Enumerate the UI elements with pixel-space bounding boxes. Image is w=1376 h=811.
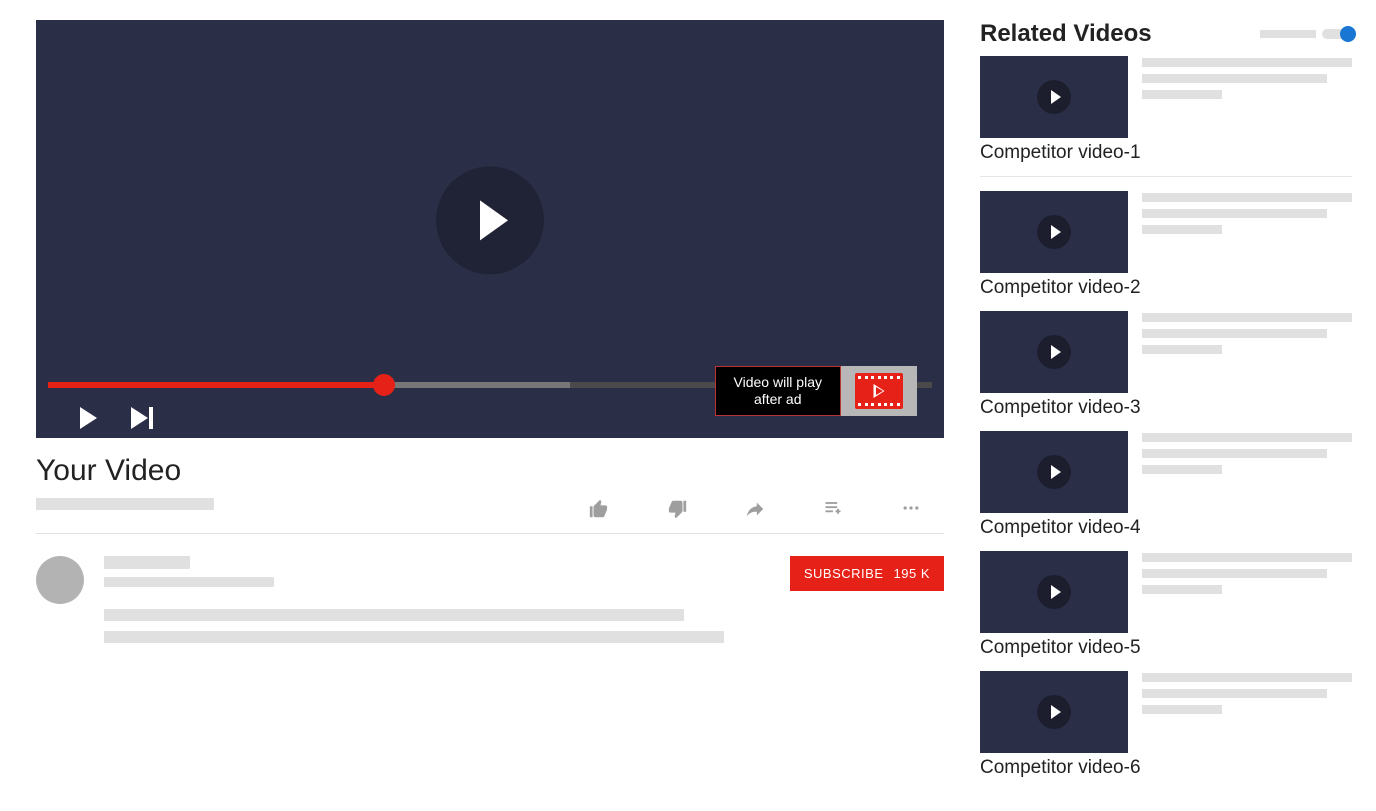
thumbs-down-icon (664, 498, 690, 520)
play-overlay (1037, 695, 1071, 729)
main-column: Video will play after ad Your Vi (36, 20, 944, 791)
related-caption: Competitor video-1 (980, 142, 1352, 164)
ad-skip-preview[interactable] (841, 366, 917, 416)
more-icon (898, 498, 924, 518)
playlist-add-icon (820, 498, 846, 518)
add-to-playlist-button[interactable] (820, 498, 846, 525)
play-icon (1051, 225, 1061, 239)
sidebar-title: Related Videos (980, 20, 1152, 48)
related-thumbnail[interactable] (980, 311, 1128, 393)
autoplay-label-placeholder (1260, 30, 1316, 38)
subscribe-label: SUBSCRIBE (804, 566, 884, 581)
related-caption: Competitor video-2 (980, 277, 1352, 299)
dislike-button[interactable] (664, 498, 690, 525)
play-icon (1051, 705, 1061, 719)
play-overlay (1037, 335, 1071, 369)
play-button[interactable] (80, 407, 97, 429)
related-sidebar: Related Videos Competitor video-1Competi… (980, 20, 1352, 791)
ad-notice-line1: Video will play (734, 374, 822, 392)
play-overlay (1037, 455, 1071, 489)
play-overlay (1037, 575, 1071, 609)
play-icon (1051, 90, 1061, 104)
subscribe-button[interactable]: SUBSCRIBE 195 K (790, 556, 944, 591)
subscribe-count: 195 K (894, 566, 930, 581)
related-item[interactable]: Competitor video-2 (980, 191, 1352, 299)
related-caption: Competitor video-3 (980, 397, 1352, 419)
next-icon (131, 407, 148, 429)
related-meta-placeholder (1142, 191, 1352, 273)
related-thumbnail[interactable] (980, 551, 1128, 633)
play-icon (1051, 465, 1061, 479)
channel-sub-placeholder (104, 577, 274, 587)
related-item[interactable]: Competitor video-6 (980, 671, 1352, 779)
film-icon (855, 373, 903, 409)
video-player[interactable]: Video will play after ad (36, 20, 944, 438)
share-button[interactable] (742, 498, 768, 525)
related-caption: Competitor video-4 (980, 517, 1352, 539)
video-title: Your Video (36, 454, 944, 488)
sidebar-header: Related Videos (980, 20, 1352, 48)
channel-name-placeholder (104, 556, 190, 569)
play-icon (80, 407, 97, 429)
related-thumbnail[interactable] (980, 56, 1128, 138)
related-caption: Competitor video-5 (980, 637, 1352, 659)
share-icon (742, 498, 768, 520)
section-divider (980, 176, 1352, 177)
play-overlay (1037, 215, 1071, 249)
related-item[interactable]: Competitor video-1 (980, 56, 1352, 164)
related-item[interactable]: Competitor video-4 (980, 431, 1352, 539)
view-count-placeholder (36, 498, 214, 510)
ad-notice: Video will play after ad (715, 366, 917, 416)
description-block (104, 609, 770, 643)
action-icons (586, 498, 944, 525)
related-caption: Competitor video-6 (980, 757, 1352, 779)
description-line (104, 609, 684, 621)
autoplay-toggle[interactable] (1260, 29, 1352, 39)
related-thumbnail[interactable] (980, 191, 1128, 273)
toggle-track (1322, 29, 1352, 39)
channel-info (104, 556, 770, 643)
like-button[interactable] (586, 498, 612, 525)
related-item[interactable]: Competitor video-3 (980, 311, 1352, 419)
related-thumbnail[interactable] (980, 431, 1128, 513)
play-icon (1051, 585, 1061, 599)
related-meta-placeholder (1142, 551, 1352, 633)
toggle-knob (1340, 26, 1356, 42)
progress-handle[interactable] (373, 374, 395, 396)
channel-avatar[interactable] (36, 556, 84, 604)
related-list: Competitor video-1 Competitor video-2 Comp… (980, 56, 1352, 779)
related-meta-placeholder (1142, 311, 1352, 393)
related-meta-placeholder (1142, 671, 1352, 753)
ad-notice-text: Video will play after ad (715, 366, 841, 416)
player-controls (80, 407, 153, 429)
thumbs-up-icon (586, 498, 612, 520)
play-button-large[interactable] (436, 166, 544, 274)
next-button[interactable] (131, 407, 153, 429)
related-item[interactable]: Competitor video-5 (980, 551, 1352, 659)
play-icon (480, 200, 508, 240)
ad-notice-line2: after ad (754, 391, 801, 409)
play-overlay (1037, 80, 1071, 114)
progress-played (48, 382, 384, 388)
video-meta-row (36, 498, 944, 534)
more-actions-button[interactable] (898, 498, 924, 525)
related-meta-placeholder (1142, 431, 1352, 513)
related-meta-placeholder (1142, 56, 1352, 138)
related-thumbnail[interactable] (980, 671, 1128, 753)
next-icon-bar (149, 407, 153, 429)
play-icon (1051, 345, 1061, 359)
channel-row: SUBSCRIBE 195 K (36, 556, 944, 643)
description-line (104, 631, 724, 643)
